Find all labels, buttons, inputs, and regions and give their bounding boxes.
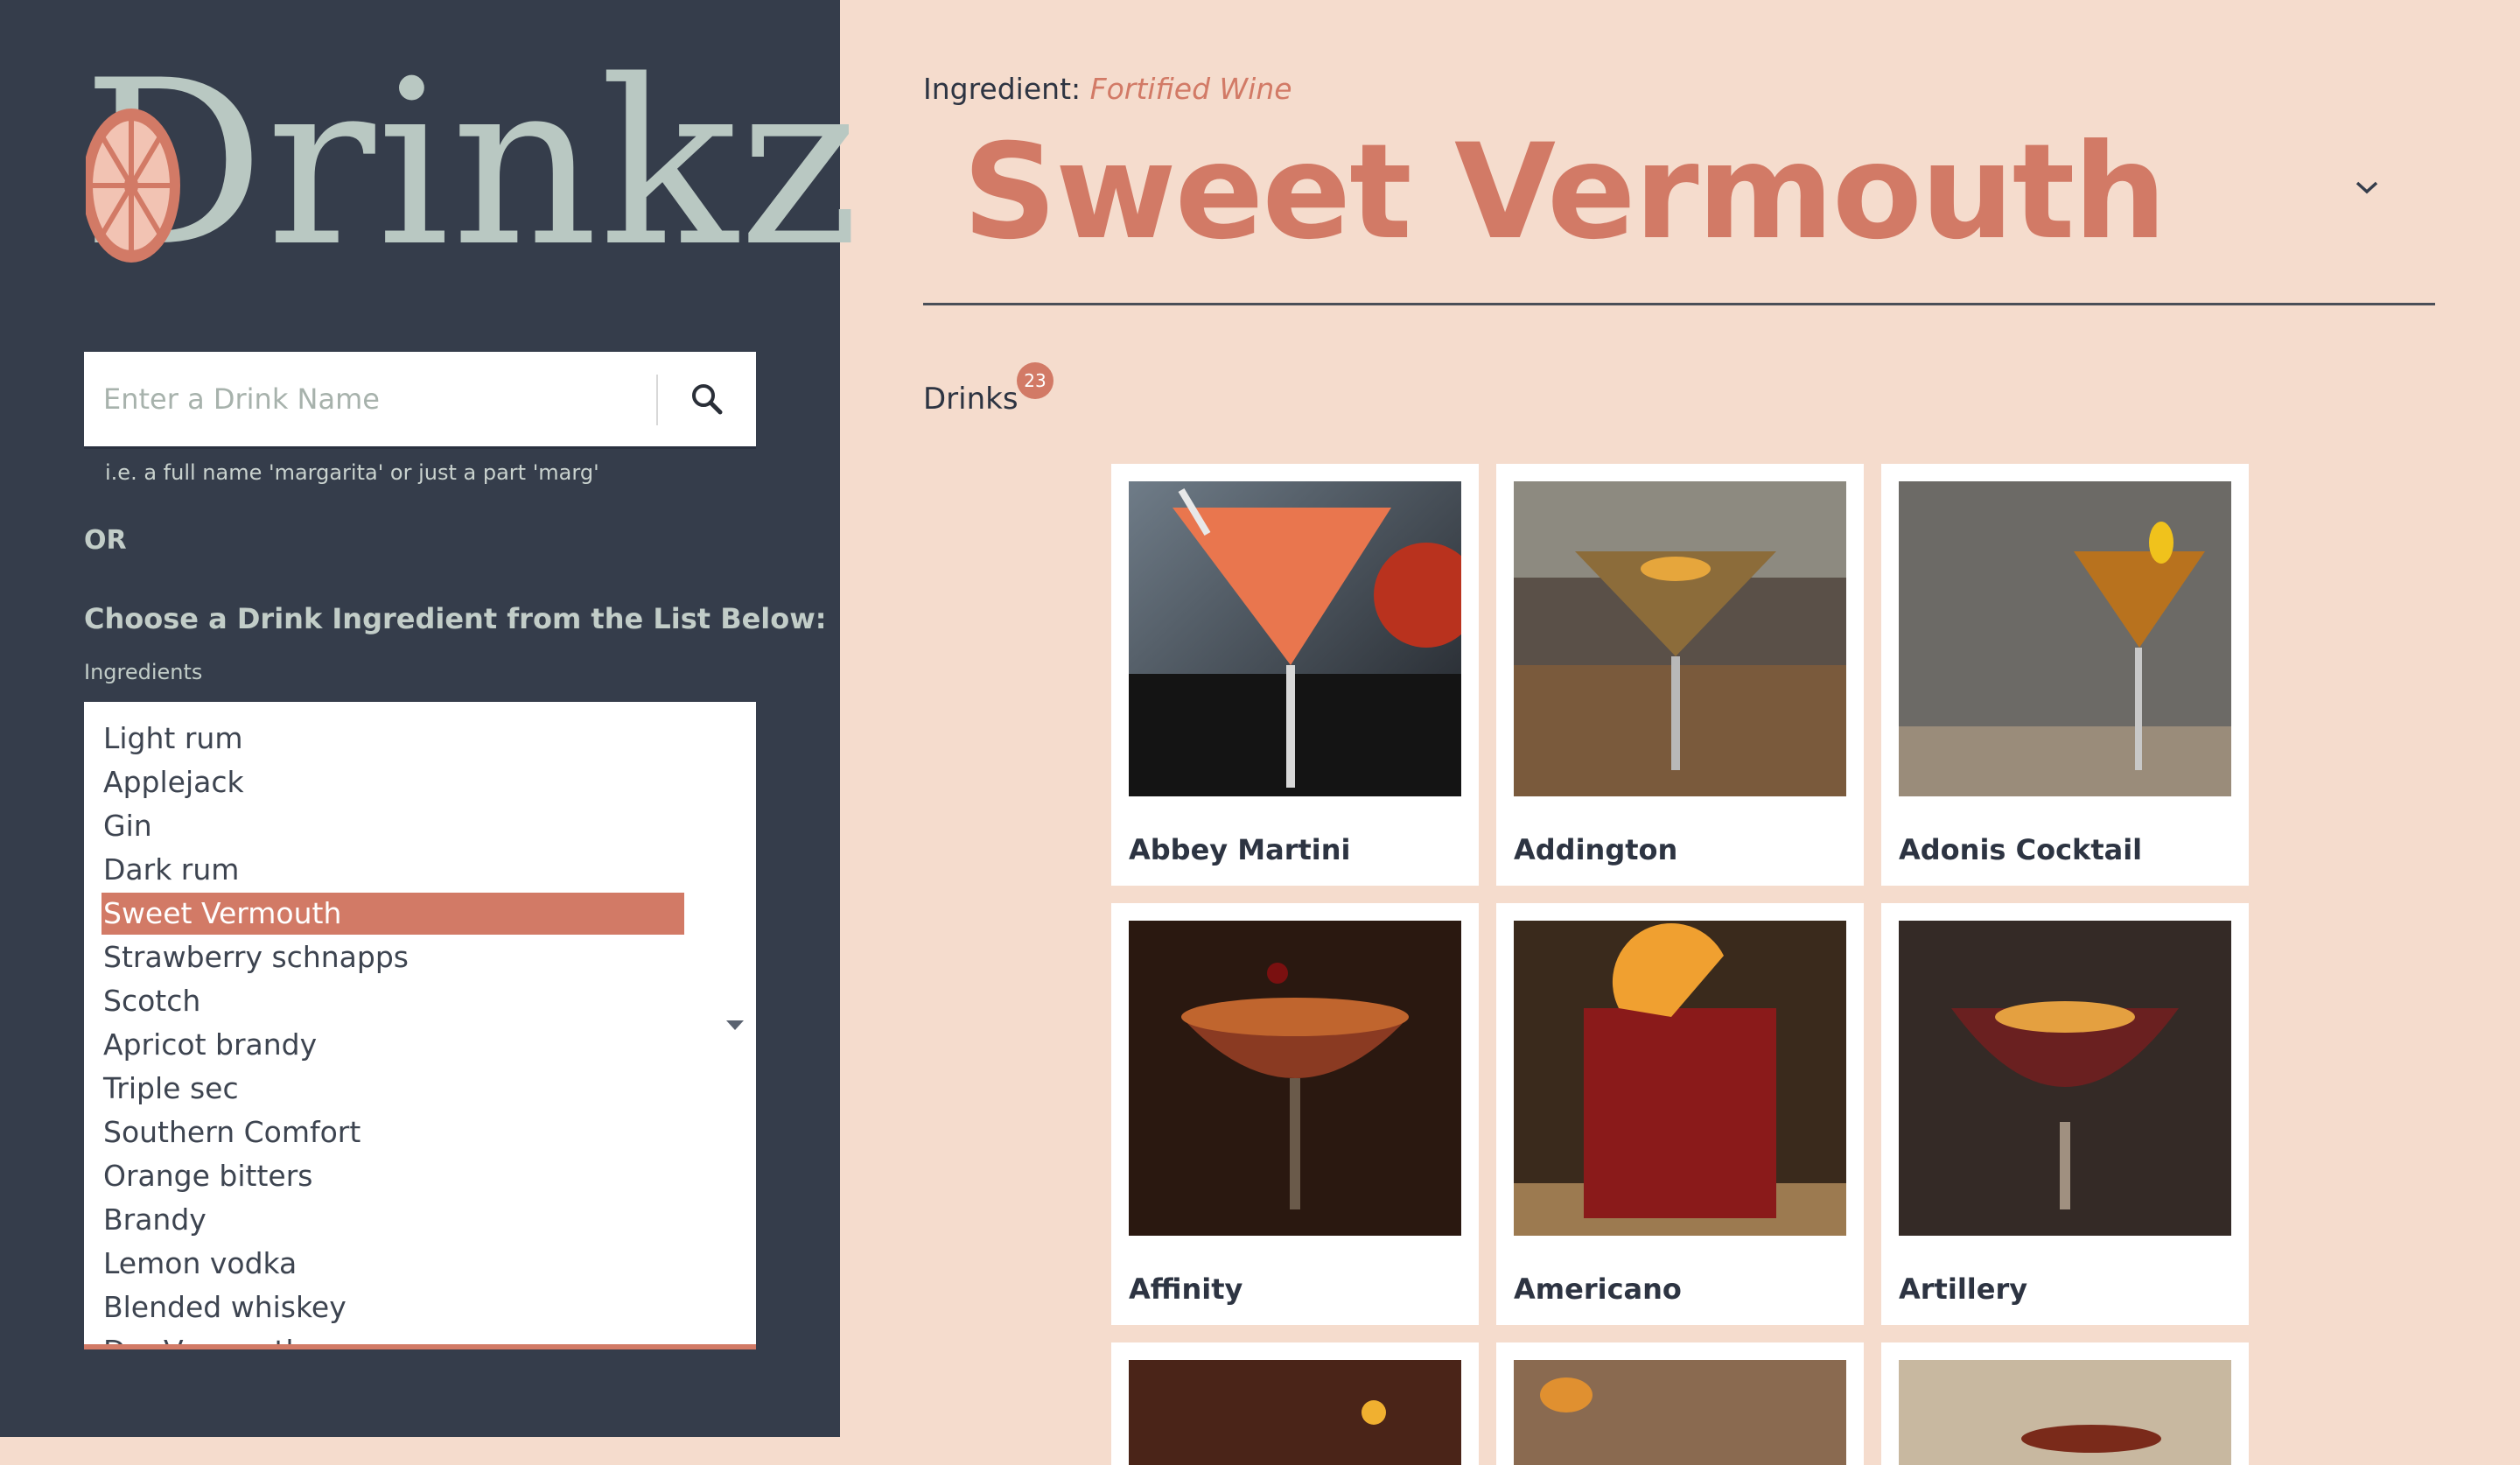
list-item[interactable]: Triple sec bbox=[103, 1068, 239, 1110]
list-item-selected[interactable]: Sweet Vermouth bbox=[102, 893, 684, 935]
drink-card[interactable]: Abbey Martini bbox=[1111, 464, 1479, 886]
drink-image[interactable] bbox=[1514, 481, 1846, 796]
ingredients-listbox[interactable]: Light rum Applejack Gin Dark rum Sweet V… bbox=[84, 702, 756, 1349]
drink-image[interactable] bbox=[1899, 481, 2231, 796]
drink-card[interactable]: Addington bbox=[1496, 464, 1864, 886]
drink-image[interactable] bbox=[1129, 481, 1461, 796]
logo-text: Drinkz bbox=[82, 32, 861, 297]
list-item[interactable]: Light rum bbox=[103, 718, 242, 760]
list-item[interactable]: Applejack bbox=[103, 761, 244, 803]
chevron-down-icon[interactable] bbox=[2354, 179, 2380, 196]
page-title: Sweet Vermouth bbox=[962, 116, 2166, 269]
logo: Drinkz bbox=[82, 51, 859, 278]
drink-card[interactable]: Americano bbox=[1496, 903, 1864, 1325]
list-item[interactable]: Apricot brandy bbox=[103, 1024, 317, 1066]
list-item[interactable]: Lemon vodka bbox=[103, 1243, 297, 1285]
ingredient-prefix: Ingredient: bbox=[923, 72, 1090, 106]
search-hint: i.e. a full name 'margarita' or just a p… bbox=[105, 460, 599, 485]
title-divider bbox=[923, 303, 2435, 305]
drink-card[interactable]: Adonis Cocktail bbox=[1881, 464, 2249, 886]
drink-name: Artillery bbox=[1899, 1272, 2028, 1306]
drink-name: Abbey Martini bbox=[1129, 833, 1351, 866]
drink-name: Americano bbox=[1514, 1272, 1682, 1306]
list-item[interactable]: Brandy bbox=[103, 1199, 206, 1241]
search-input[interactable] bbox=[103, 352, 716, 446]
search-button[interactable] bbox=[658, 352, 756, 446]
list-item[interactable]: Scotch bbox=[103, 980, 200, 1022]
or-divider-text: OR bbox=[84, 525, 127, 556]
list-item[interactable]: Blended whiskey bbox=[103, 1286, 346, 1328]
choose-ingredient-heading: Choose a Drink Ingredient from the List … bbox=[84, 602, 827, 635]
listbox-dropdown-arrow-icon[interactable] bbox=[726, 1020, 744, 1030]
ingredient-type-line: Ingredient: Fortified Wine bbox=[923, 72, 1292, 106]
drink-card[interactable]: Affinity bbox=[1111, 903, 1479, 1325]
drink-card[interactable]: Artillery bbox=[1881, 903, 2249, 1325]
ingredients-label: Ingredients bbox=[84, 660, 203, 684]
drink-name: Addington bbox=[1514, 833, 1678, 866]
list-item[interactable]: Orange bitters bbox=[103, 1155, 312, 1197]
list-item[interactable]: Dark rum bbox=[103, 849, 239, 891]
drink-image[interactable] bbox=[1899, 1360, 2231, 1465]
search-icon bbox=[692, 384, 723, 415]
drink-card[interactable] bbox=[1111, 1342, 1479, 1465]
drink-image[interactable] bbox=[1129, 1360, 1461, 1465]
ingredient-type: Fortified Wine bbox=[1089, 72, 1292, 106]
list-item[interactable]: Gin bbox=[103, 805, 152, 847]
list-item[interactable]: Southern Comfort bbox=[103, 1111, 360, 1153]
search-box bbox=[84, 352, 756, 449]
drink-name: Adonis Cocktail bbox=[1899, 833, 2143, 866]
sidebar: Drinkz i.e. a full bbox=[0, 0, 859, 1437]
drink-card[interactable] bbox=[1496, 1342, 1864, 1465]
grapefruit-slice-icon bbox=[86, 109, 180, 263]
drinks-label: Drinks bbox=[923, 382, 1018, 417]
drinks-count-badge: 23 bbox=[1017, 362, 1054, 399]
drink-image[interactable] bbox=[1514, 1360, 1846, 1465]
drink-image[interactable] bbox=[1899, 921, 2231, 1236]
drink-image[interactable] bbox=[1514, 921, 1846, 1236]
drink-image[interactable] bbox=[1129, 921, 1461, 1236]
drink-card[interactable] bbox=[1881, 1342, 2249, 1465]
list-item[interactable]: Strawberry schnapps bbox=[103, 936, 409, 978]
drink-name: Affinity bbox=[1129, 1272, 1243, 1306]
main-content: Ingredient: Fortified Wine Sweet Vermout… bbox=[840, 0, 2520, 1465]
list-item[interactable]: Dry Vermouth bbox=[103, 1330, 304, 1344]
